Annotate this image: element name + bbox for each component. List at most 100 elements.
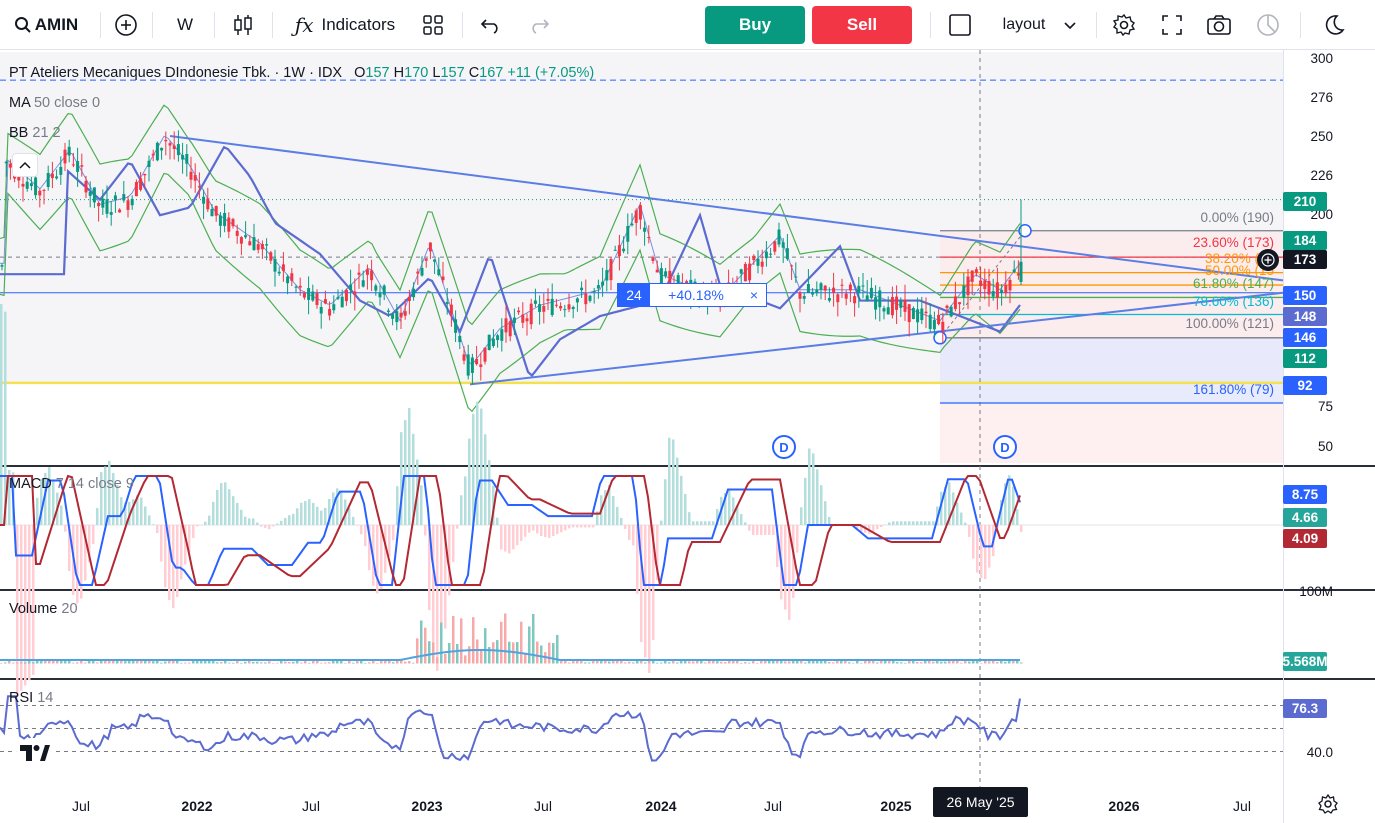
volume-bar bbox=[476, 639, 479, 664]
candle-body bbox=[479, 364, 483, 368]
volume-bar bbox=[248, 660, 251, 664]
volume-bar bbox=[440, 622, 443, 664]
sell-button[interactable]: Sell bbox=[812, 6, 912, 44]
candle-body bbox=[542, 306, 546, 312]
sell-label: Sell bbox=[846, 15, 878, 34]
macd-histogram-bar bbox=[592, 525, 595, 528]
plus-icon bbox=[1261, 253, 1275, 267]
snapshot-icon bbox=[1207, 15, 1231, 35]
volume-bar bbox=[132, 661, 135, 664]
macd-histogram-bar bbox=[240, 509, 243, 525]
macd-histogram-bar bbox=[208, 515, 211, 525]
rsi-legend[interactable]: RSI 14 bbox=[9, 690, 53, 706]
candle-body bbox=[269, 252, 273, 261]
macd-histogram-bar bbox=[544, 525, 547, 538]
volume-bar bbox=[324, 662, 327, 664]
candle-body bbox=[790, 265, 794, 267]
undo-button[interactable] bbox=[476, 0, 506, 50]
volume-legend[interactable]: Volume 20 bbox=[9, 601, 78, 617]
buy-button[interactable]: Buy bbox=[705, 6, 805, 44]
ohlc-open: 157 bbox=[365, 65, 390, 81]
ma-legend[interactable]: MA 50 close 0 bbox=[9, 95, 100, 111]
symbol-name: AMIN bbox=[34, 15, 79, 34]
volume-bar bbox=[268, 661, 271, 664]
candle-body bbox=[832, 287, 836, 293]
volume-bar bbox=[120, 661, 123, 664]
macd-histogram-bar bbox=[768, 525, 771, 535]
bb-legend[interactable]: BB 21 2 bbox=[9, 125, 61, 141]
ohlc-change: +11 (+7.05%) bbox=[507, 65, 595, 81]
close-icon[interactable]: × bbox=[742, 287, 766, 303]
symbol-search[interactable]: AMIN bbox=[6, 0, 86, 50]
chart-style-button[interactable] bbox=[228, 0, 258, 50]
auto-scale-button[interactable] bbox=[1318, 793, 1338, 819]
interval-button[interactable]: W bbox=[168, 0, 202, 50]
candle-body bbox=[4, 161, 8, 164]
crosshair-date: 26 May '25 bbox=[933, 787, 1028, 817]
macd-histogram-bar bbox=[216, 489, 219, 525]
macd-histogram-bar bbox=[704, 521, 707, 525]
add-alert-button[interactable] bbox=[1257, 249, 1279, 271]
dividend-marker[interactable]: D bbox=[772, 435, 796, 459]
settings-button[interactable] bbox=[1110, 0, 1138, 50]
snapshot-button[interactable] bbox=[1204, 0, 1234, 50]
candle-body bbox=[916, 309, 920, 323]
macd-histogram-bar bbox=[528, 525, 531, 533]
volume-bar bbox=[576, 660, 579, 664]
candle-body bbox=[651, 257, 655, 262]
time-axis-label: Jul bbox=[72, 798, 90, 814]
time-axis[interactable]: Jul 2022 Jul 2023 Jul 2024 Jul 2025 2026 Jul bbox=[0, 788, 1283, 823]
macd-histogram-bar bbox=[512, 525, 515, 550]
tradingview-logo[interactable] bbox=[16, 738, 54, 768]
candle-body bbox=[575, 298, 579, 303]
dividend-marker[interactable]: D bbox=[993, 435, 1017, 459]
layout-dropdown[interactable]: layout bbox=[992, 0, 1088, 50]
candle-body bbox=[202, 196, 206, 204]
candle-body bbox=[218, 215, 222, 226]
indicators-button[interactable]: ƒx Indicators bbox=[290, 0, 400, 50]
volume-bar bbox=[580, 661, 583, 664]
candle-body bbox=[609, 258, 613, 281]
macd-legend[interactable]: MACD 7 14 close 9 bbox=[9, 476, 134, 492]
replay-button[interactable] bbox=[1254, 0, 1282, 50]
candle-body bbox=[181, 155, 185, 160]
theme-toggle[interactable] bbox=[1320, 0, 1348, 50]
volume-bar bbox=[352, 662, 355, 664]
volume-bar bbox=[676, 662, 679, 664]
volume-bar bbox=[388, 661, 391, 664]
macd-histogram-bar bbox=[232, 496, 235, 525]
volume-bar bbox=[92, 661, 95, 664]
toolbar-divider bbox=[462, 12, 463, 38]
layout-checkbox[interactable] bbox=[946, 0, 974, 50]
collapse-legend-button[interactable] bbox=[12, 153, 38, 177]
macd-histogram-bar bbox=[540, 525, 543, 537]
macd-histogram-bar bbox=[1016, 509, 1019, 525]
price-range-measure[interactable]: 24 +40.18% × bbox=[617, 283, 767, 307]
macd-histogram-bar bbox=[432, 525, 435, 656]
bb-label: BB bbox=[9, 125, 29, 141]
volume-bar bbox=[828, 661, 831, 664]
volume-bar bbox=[480, 649, 483, 664]
macd-histogram-bar bbox=[668, 437, 671, 525]
volume-bar bbox=[0, 662, 3, 664]
compare-button[interactable] bbox=[110, 0, 142, 50]
candle-body bbox=[403, 311, 407, 316]
candle-body bbox=[466, 354, 470, 376]
chart-canvas[interactable] bbox=[0, 50, 1375, 823]
volume-bar bbox=[244, 661, 247, 664]
candle-body bbox=[777, 229, 781, 245]
volume-bar bbox=[20, 661, 23, 664]
fullscreen-button[interactable] bbox=[1158, 0, 1186, 50]
volume-bar bbox=[404, 661, 407, 664]
candle-body bbox=[475, 358, 479, 365]
candle-body bbox=[496, 335, 500, 341]
price-tag: 173 bbox=[1283, 250, 1327, 269]
macd-histogram-bar bbox=[912, 521, 915, 525]
volume-bar bbox=[392, 662, 395, 664]
templates-button[interactable] bbox=[418, 0, 448, 50]
macd-histogram-bar bbox=[404, 420, 407, 525]
redo-button[interactable] bbox=[524, 0, 554, 50]
candle-body bbox=[764, 251, 768, 259]
macd-histogram-bar bbox=[632, 525, 635, 546]
price-scale-label: 250 bbox=[1310, 129, 1333, 144]
